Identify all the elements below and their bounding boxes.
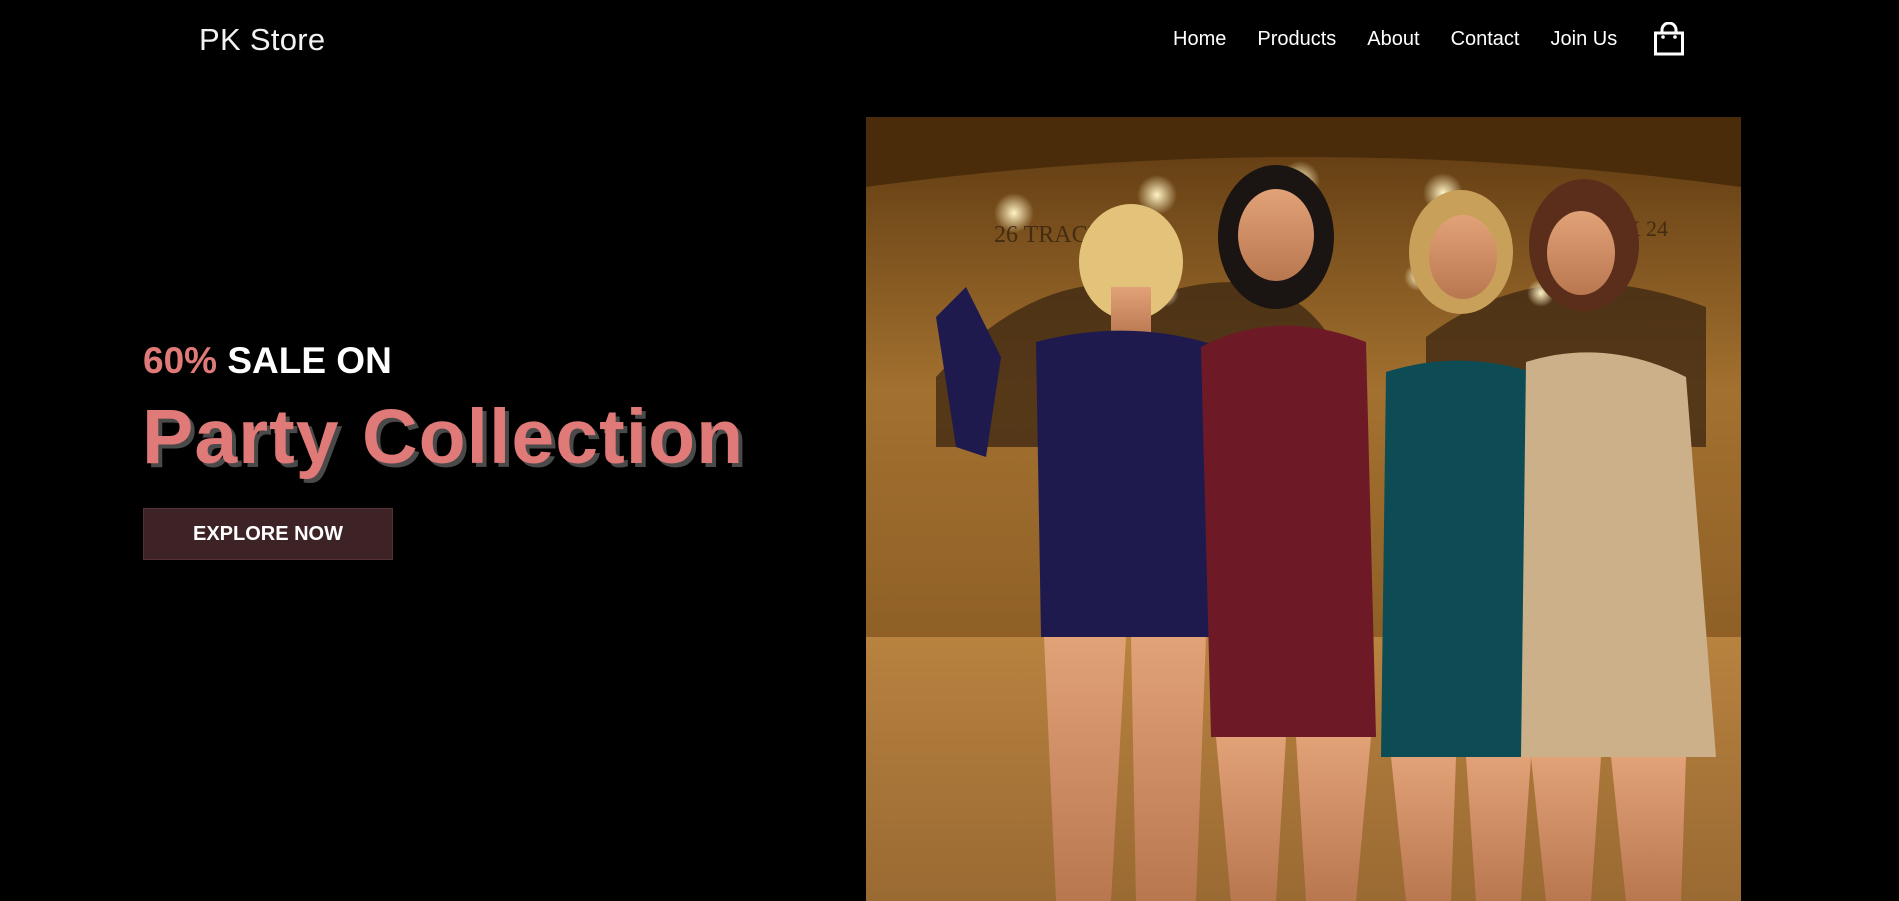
sale-subtitle: 60% SALE ON — [143, 340, 392, 382]
discount-percent: 60% — [143, 340, 218, 381]
nav-home[interactable]: Home — [1173, 28, 1226, 51]
shopping-bag-icon[interactable] — [1653, 21, 1685, 56]
nav-about[interactable]: About — [1367, 28, 1419, 51]
hero-headline: Party Collection — [142, 394, 745, 480]
nav-contact[interactable]: Contact — [1451, 28, 1520, 51]
sale-text: SALE ON — [227, 340, 392, 381]
main-nav: Home Products About Contact Join Us — [1173, 28, 1617, 51]
nav-join-us[interactable]: Join Us — [1551, 28, 1618, 51]
hero-image: 26 TRACKS 25 TRACK 24 — [866, 117, 1741, 901]
explore-now-button[interactable]: EXPLORE NOW — [143, 508, 393, 560]
brand-logo[interactable]: PK Store — [199, 22, 325, 58]
nav-products[interactable]: Products — [1257, 28, 1336, 51]
